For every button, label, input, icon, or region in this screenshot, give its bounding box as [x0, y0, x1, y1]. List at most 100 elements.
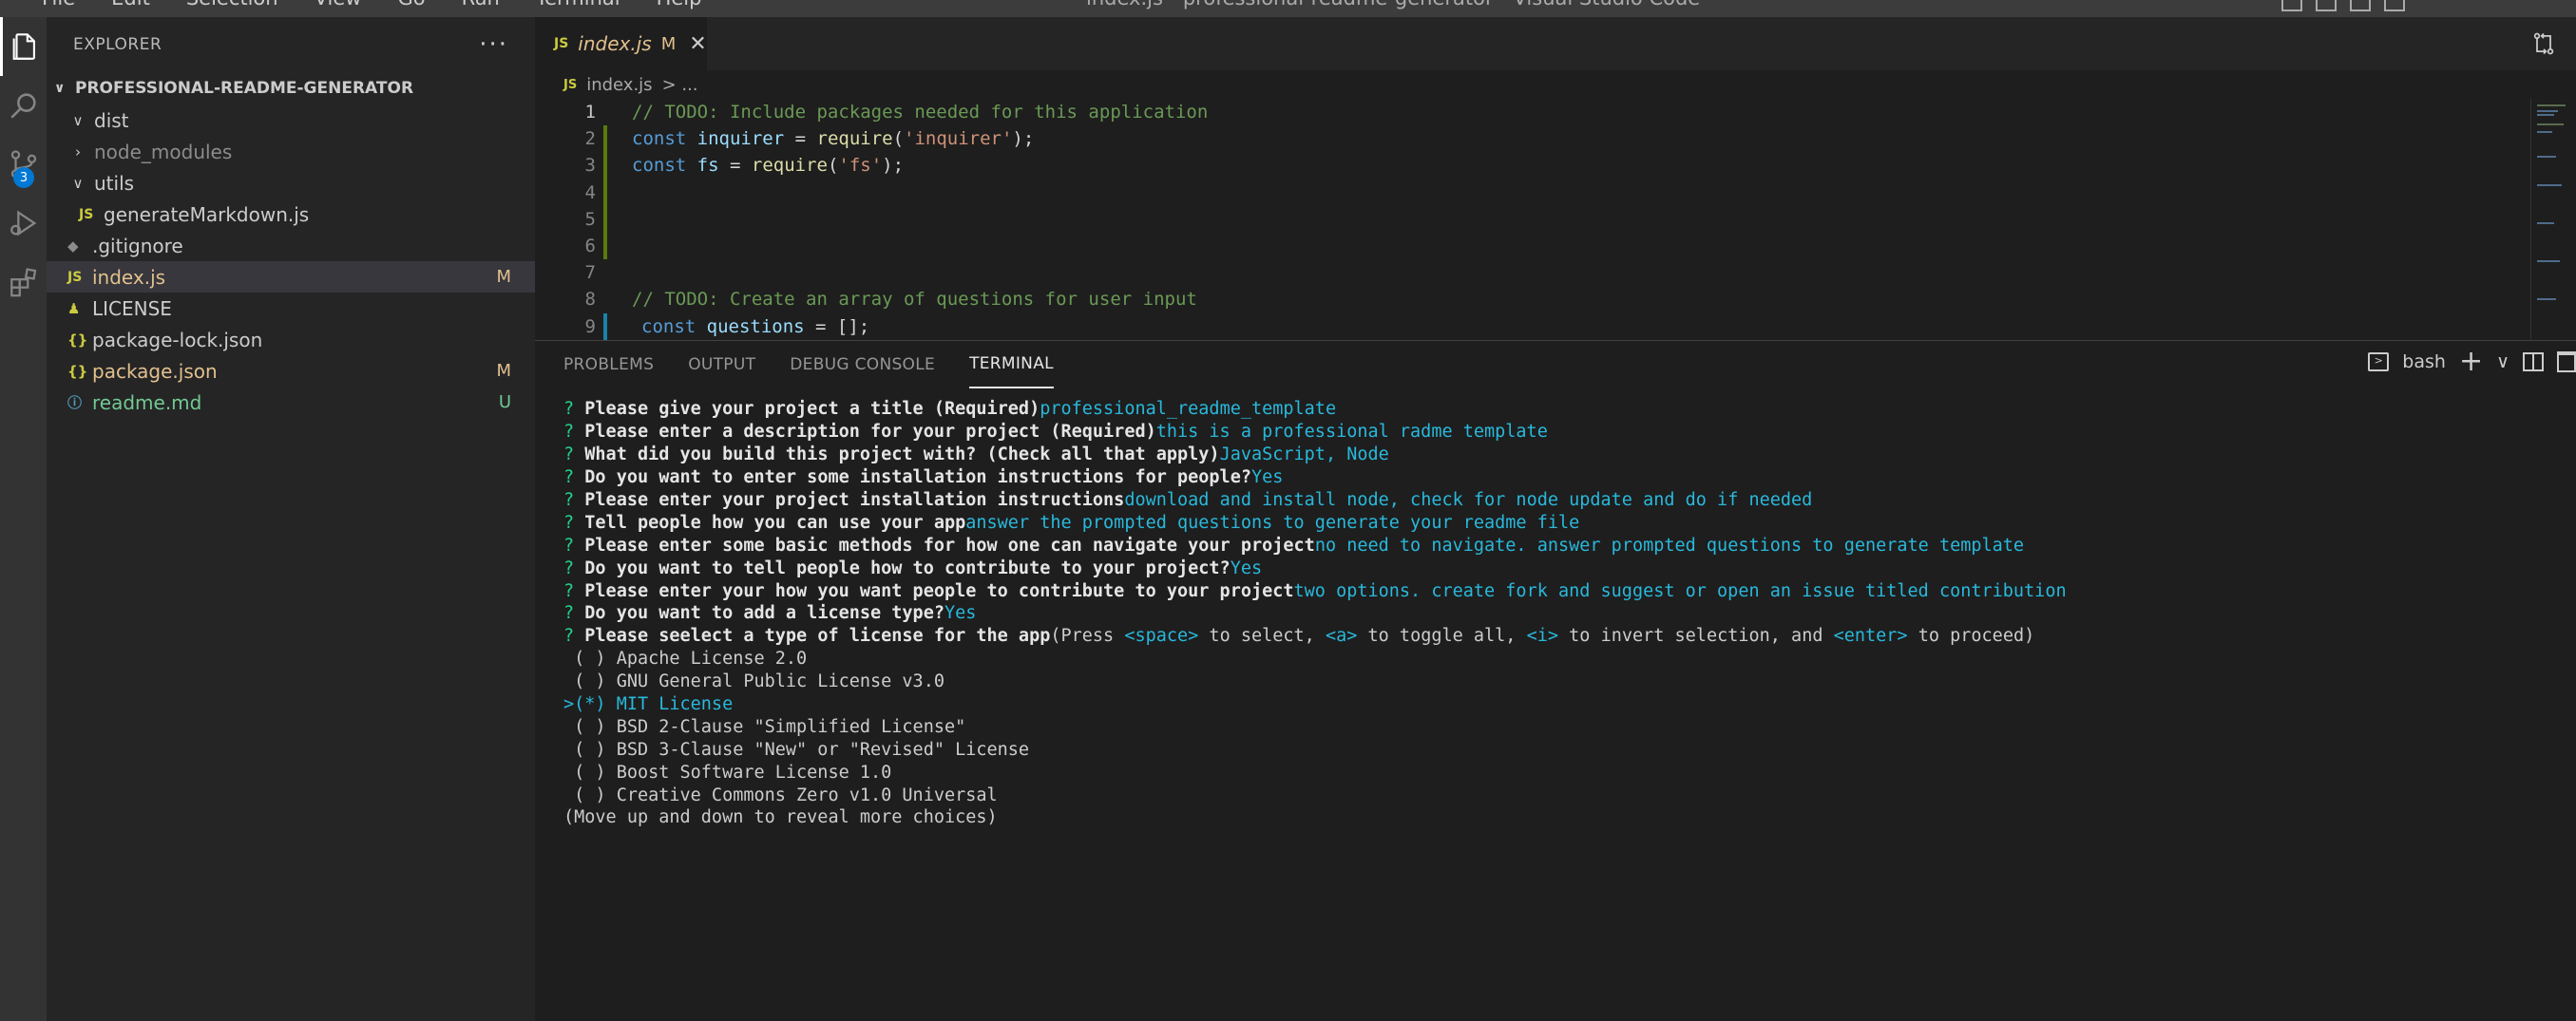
tree-item-utils[interactable]: ∨ utils — [47, 167, 535, 199]
tree-item-package-json[interactable]: {} package.json M — [47, 355, 535, 387]
code-editor[interactable]: 1 // TODO: Include packages needed for t… — [535, 99, 2530, 340]
toggle-secondary-sidebar-icon[interactable] — [2350, 0, 2371, 11]
terminal-line: ? Do you want to tell people how to cont… — [563, 558, 1263, 578]
chevron-down-icon: ∨ — [72, 111, 84, 129]
code-line: 9 const questions = []; — [535, 312, 2530, 340]
gutter-modified-marker — [603, 312, 607, 340]
tree-item-dist[interactable]: ∨ dist — [47, 104, 535, 136]
toggle-panel-icon[interactable] — [2316, 0, 2337, 11]
line-number: 6 — [584, 236, 596, 257]
json-file-icon: {} — [67, 331, 88, 349]
breadcrumb-file[interactable]: index.js — [586, 75, 652, 95]
explorer-icon[interactable] — [0, 17, 47, 76]
tree-item-node-modules[interactable]: › node_modules — [47, 136, 535, 167]
license-option-selected: >(*) MIT License — [563, 694, 734, 715]
split-terminal-icon[interactable] — [2523, 352, 2544, 371]
code-line: 2 const inquirer = require('inquirer'); — [535, 125, 2530, 153]
code-line: 8 // TODO: Create an array of questions … — [535, 286, 2530, 312]
git-status-modified: M — [496, 361, 511, 381]
tree-item-readme[interactable]: ⓘ readme.md U — [47, 387, 535, 418]
extensions-icon[interactable] — [0, 253, 47, 312]
code-text: const questions = []; — [641, 315, 870, 337]
menu-view[interactable]: View — [315, 0, 362, 9]
breadcrumb-rest[interactable]: > ... — [662, 75, 698, 95]
git-file-icon: ◆ — [67, 236, 79, 255]
new-terminal-icon[interactable]: + — [2459, 348, 2483, 376]
window-title: index.js - professional-readme-generator… — [1086, 0, 1700, 9]
menu-help[interactable]: Help — [657, 0, 702, 9]
menu-run[interactable]: Run — [462, 0, 500, 9]
menu-go[interactable]: Go — [397, 0, 425, 9]
git-status-modified: M — [496, 267, 511, 287]
license-file-icon: ♟ — [67, 299, 81, 317]
chevron-down-icon[interactable]: ∨ — [2496, 351, 2509, 372]
terminal-shell-name[interactable]: bash — [2402, 351, 2446, 372]
source-control-icon[interactable]: 3 — [0, 135, 47, 194]
panel-actions: > bash + ∨ — [2368, 348, 2576, 376]
tree-item-label: package.json — [92, 359, 218, 383]
javascript-file-icon: JS — [67, 269, 83, 285]
license-option: ( ) BSD 3-Clause "New" or "Revised" Lice… — [563, 739, 1030, 760]
gutter-added-marker — [603, 179, 607, 206]
terminal-line: ? Tell people how you can use your app a… — [563, 512, 1580, 533]
tree-item-package-lock[interactable]: {} package-lock.json — [47, 324, 535, 355]
trash-icon[interactable] — [2557, 351, 2576, 372]
line-number: 8 — [584, 289, 596, 311]
tree-item-label: generateMarkdown.js — [104, 202, 310, 226]
code-line: 5 — [535, 205, 2530, 233]
tab-modified-status: M — [660, 33, 677, 54]
activity-bar: 3 — [0, 17, 47, 1021]
code-text: const fs = require('fs'); — [632, 155, 905, 177]
search-icon[interactable] — [0, 76, 47, 135]
code-text: // TODO: Create an array of questions fo… — [632, 289, 1197, 311]
explorer-title: EXPLORER — [73, 35, 162, 54]
code-text: const inquirer = require('inquirer'); — [632, 128, 1035, 150]
run-debug-icon[interactable] — [0, 194, 47, 253]
line-number: 5 — [584, 208, 596, 230]
terminal-output[interactable]: ? Please give your project a title (Requ… — [563, 398, 2067, 829]
toggle-sidebar-icon[interactable] — [2281, 0, 2302, 11]
minimap[interactable] — [2530, 99, 2576, 340]
chevron-down-icon: ∨ — [54, 81, 66, 96]
bottom-panel: PROBLEMS OUTPUT DEBUG CONSOLE TERMINAL >… — [535, 340, 2576, 1021]
menu-edit[interactable]: Edit — [111, 0, 150, 9]
license-option: ( ) Boost Software License 1.0 — [563, 762, 892, 783]
line-number: 9 — [584, 315, 596, 337]
customize-layout-icon[interactable] — [2384, 0, 2405, 11]
tab-terminal[interactable]: TERMINAL — [969, 341, 1054, 388]
code-line: 1 // TODO: Include packages needed for t… — [535, 99, 2530, 125]
terminal-line: ? Do you want to enter some installation… — [563, 467, 1284, 488]
menu-terminal[interactable]: Terminal — [536, 0, 620, 9]
menu-selection[interactable]: Selection — [186, 0, 278, 9]
javascript-file-icon: JS — [79, 206, 94, 222]
line-number: 4 — [584, 181, 596, 203]
tab-debug-console[interactable]: DEBUG CONSOLE — [790, 341, 935, 388]
tab-index-js[interactable]: JS index.js M ✕ — [535, 17, 707, 70]
terminal-footer-hint: (Move up and down to reveal more choices… — [563, 807, 998, 828]
editor-tabs: JS index.js M ✕ — [535, 17, 2576, 70]
tree-item-generatemarkdown[interactable]: JS generateMarkdown.js — [47, 199, 535, 230]
gutter-added-marker — [603, 152, 607, 180]
source-control-badge: 3 — [13, 167, 34, 188]
license-option: ( ) BSD 2-Clause "Simplified License" — [563, 716, 966, 737]
terminal-line: ? Please enter a description for your pr… — [563, 422, 1548, 443]
tab-output[interactable]: OUTPUT — [688, 341, 755, 388]
explorer-sidebar: EXPLORER ··· ∨ PROFESSIONAL-README-GENER… — [47, 17, 535, 1021]
explorer-header: EXPLORER ··· — [47, 17, 535, 72]
tree-item-gitignore[interactable]: ◆ .gitignore — [47, 230, 535, 261]
open-changes-icon[interactable] — [2530, 30, 2557, 57]
close-icon[interactable]: ✕ — [689, 32, 706, 56]
project-root[interactable]: ∨ PROFESSIONAL-README-GENERATOR — [47, 72, 535, 104]
tree-item-license[interactable]: ♟ LICENSE — [47, 293, 535, 324]
more-actions-icon[interactable]: ··· — [479, 30, 508, 59]
tree-item-label: index.js — [92, 265, 166, 289]
tree-item-index-js[interactable]: JS index.js M — [47, 261, 535, 293]
tab-problems[interactable]: PROBLEMS — [563, 341, 654, 388]
tree-item-label: utils — [94, 171, 135, 195]
menu-file[interactable]: File — [42, 0, 75, 9]
terminal-line: ? Please enter some basic methods for ho… — [563, 535, 2025, 556]
tree-item-label: readme.md — [92, 390, 202, 414]
editor-area: JS index.js M ✕ JS index.js > ... 1 // T… — [535, 17, 2576, 340]
license-option: ( ) Creative Commons Zero v1.0 Universal — [563, 785, 998, 805]
javascript-file-icon: JS — [563, 77, 578, 92]
